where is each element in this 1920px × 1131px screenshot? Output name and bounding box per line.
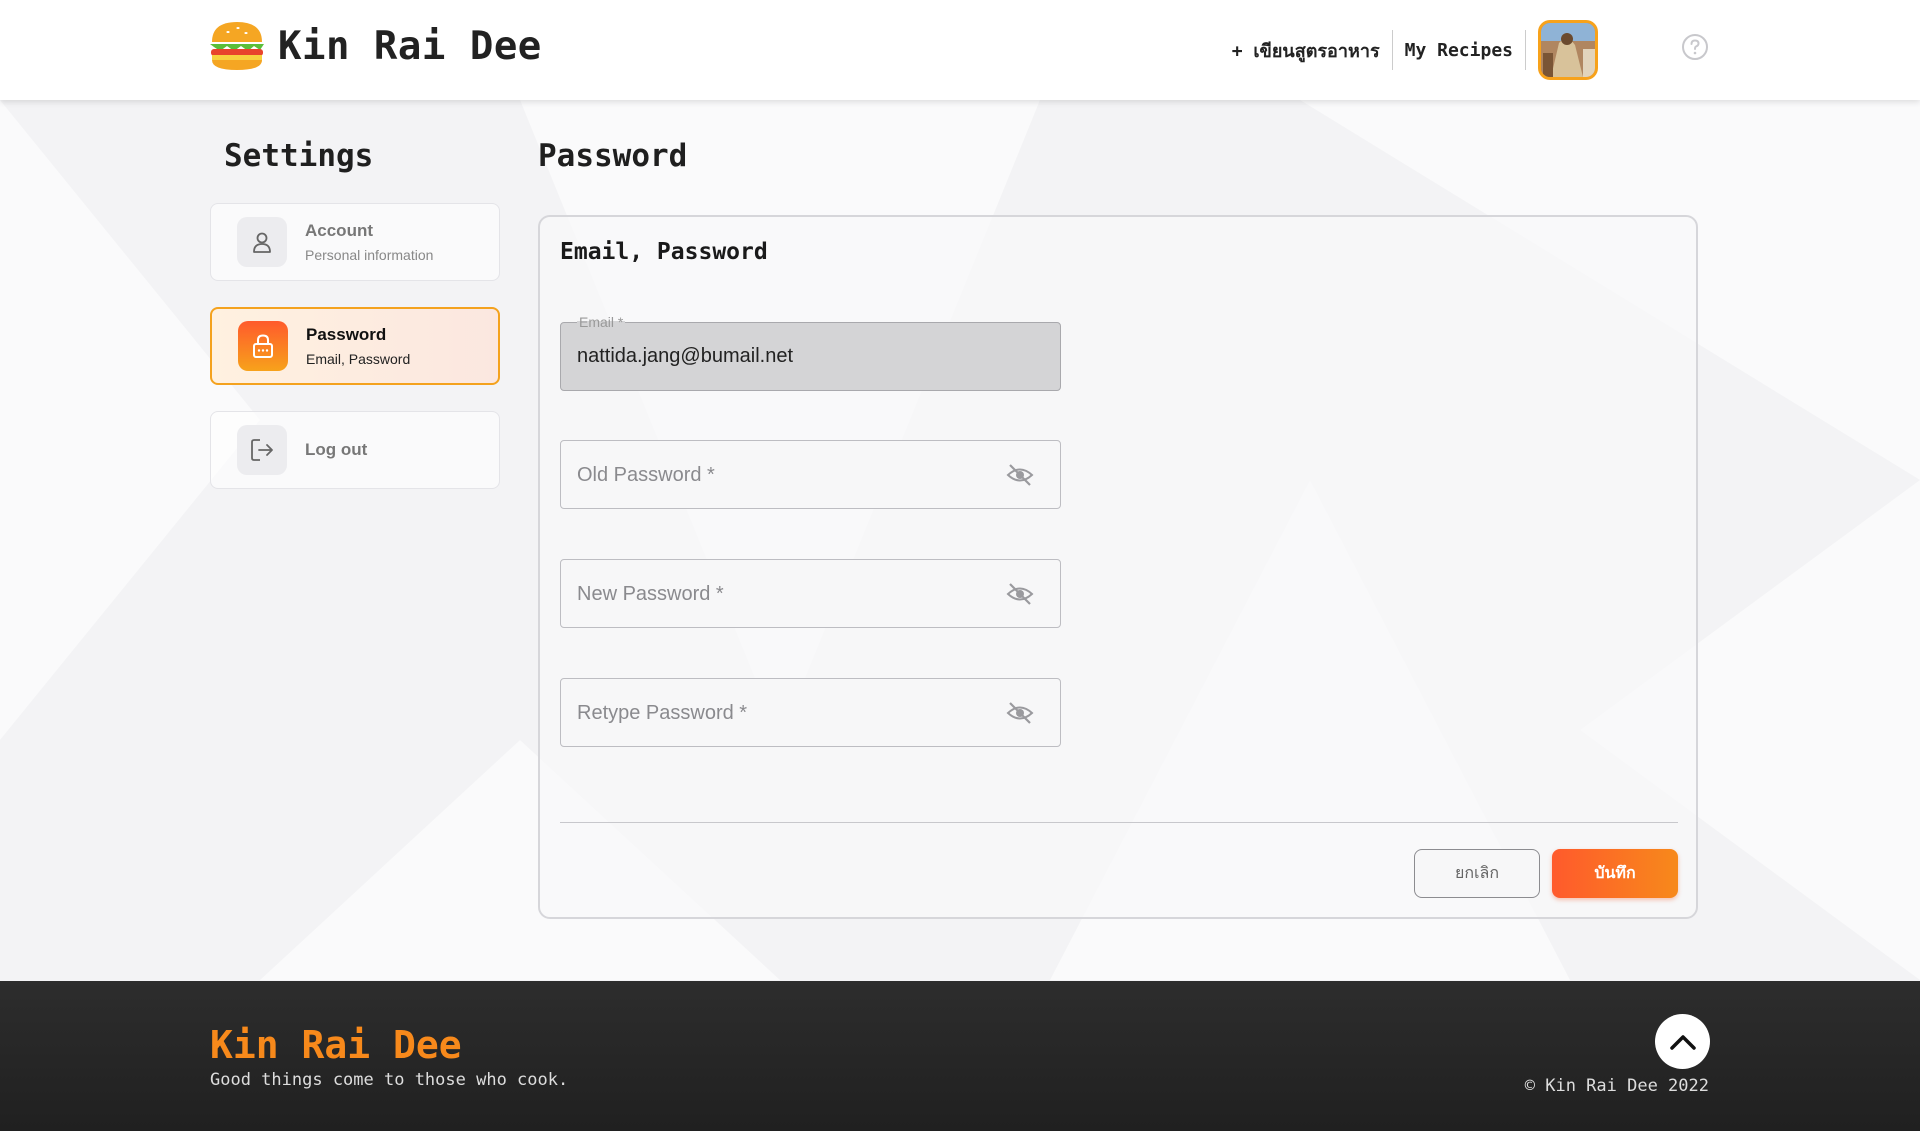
divider xyxy=(560,822,1678,823)
footer-copyright: © Kin Rai Dee 2022 xyxy=(1524,1076,1709,1096)
eye-off-icon[interactable] xyxy=(1006,581,1034,607)
eye-off-icon[interactable] xyxy=(1006,700,1034,726)
header-nav: + เขียนสูตรอาหาร My Recipes xyxy=(1220,20,1598,80)
burger-icon xyxy=(208,18,266,74)
help-icon[interactable] xyxy=(1681,33,1709,61)
sidebar-item-label: Account xyxy=(305,221,373,240)
page-title: Password xyxy=(538,138,688,174)
my-recipes-link[interactable]: My Recipes xyxy=(1393,40,1525,61)
footer: Kin Rai Dee Good things come to those wh… xyxy=(0,981,1920,1131)
save-button[interactable]: บันทึก xyxy=(1552,849,1678,898)
footer-brand: Kin Rai Dee xyxy=(210,1023,462,1067)
sidebar-item-sublabel: Email, Password xyxy=(306,351,411,367)
eye-off-icon[interactable] xyxy=(1006,462,1034,488)
lock-icon xyxy=(238,321,288,371)
sidebar-item-label: Password xyxy=(306,325,387,344)
sidebar-item-account[interactable]: Account Personal information xyxy=(210,203,500,281)
logout-icon xyxy=(237,425,287,475)
sidebar-item-password[interactable]: Password Email, Password xyxy=(210,307,500,385)
cancel-button[interactable]: ยกเลิก xyxy=(1414,849,1540,898)
chevron-up-icon xyxy=(1669,1034,1696,1050)
footer-tagline: Good things come to those who cook. xyxy=(210,1070,569,1090)
sidebar-item-logout[interactable]: Log out xyxy=(210,411,500,489)
email-value: nattida.jang@bumail.net xyxy=(577,345,793,367)
top-navbar: Kin Rai Dee + เขียนสูตรอาหาร My Recipes xyxy=(0,0,1920,100)
password-panel: Email, Password Email * nattida.jang@bum… xyxy=(538,215,1698,919)
avatar[interactable] xyxy=(1538,20,1598,80)
old-password-input[interactable] xyxy=(577,455,977,495)
email-field: Email * nattida.jang@bumail.net xyxy=(560,314,1061,391)
logo[interactable]: Kin Rai Dee xyxy=(208,18,542,74)
brand-name: Kin Rai Dee xyxy=(278,23,542,69)
new-password-field xyxy=(560,559,1061,628)
write-recipe-link[interactable]: + เขียนสูตรอาหาร xyxy=(1220,36,1392,65)
settings-title: Settings xyxy=(224,138,374,174)
retype-password-input[interactable] xyxy=(577,693,977,733)
panel-title: Email, Password xyxy=(560,239,768,265)
sidebar-item-sublabel: Personal information xyxy=(305,247,434,263)
new-password-input[interactable] xyxy=(577,574,977,614)
old-password-field xyxy=(560,440,1061,509)
person-icon xyxy=(237,217,287,267)
email-label: Email * xyxy=(577,314,626,330)
retype-password-field xyxy=(560,678,1061,747)
sidebar-item-label: Log out xyxy=(305,440,368,459)
nav-divider xyxy=(1525,30,1526,70)
scroll-to-top-button[interactable] xyxy=(1655,1014,1710,1069)
